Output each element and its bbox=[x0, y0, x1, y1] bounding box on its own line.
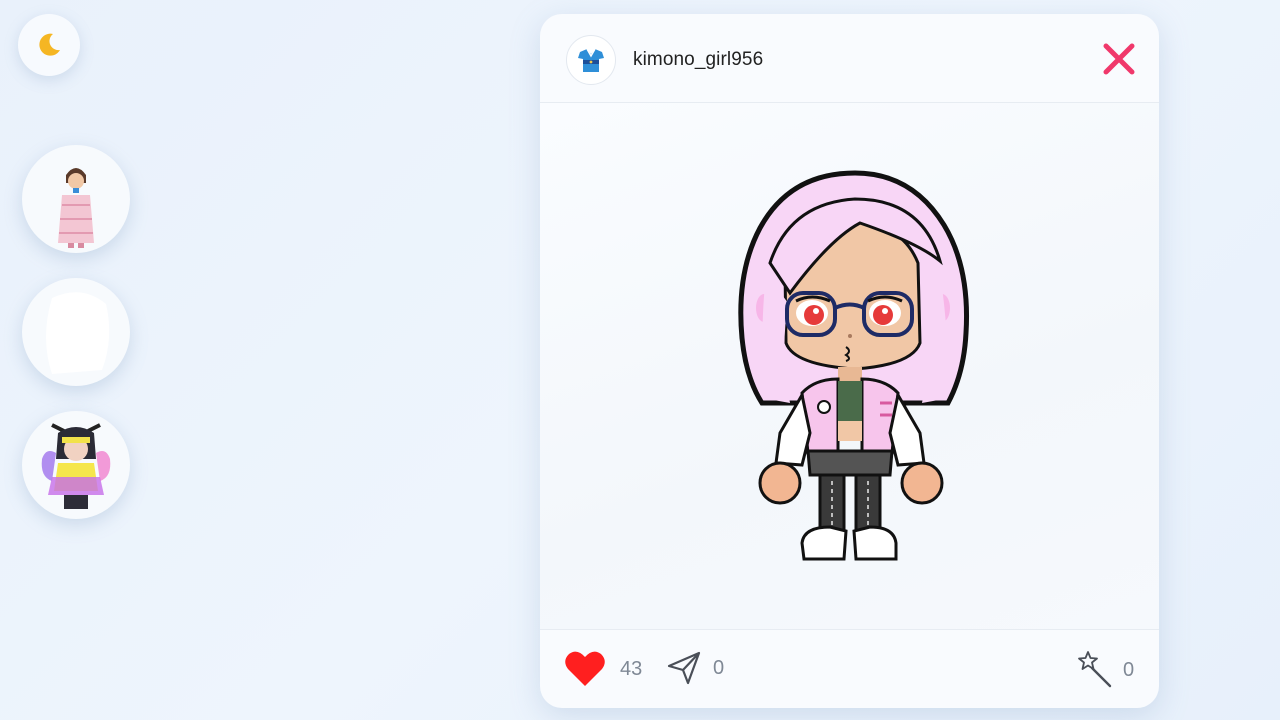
post-card: kimono_girl956 43 0 0 bbox=[540, 14, 1159, 708]
kimono-icon bbox=[578, 48, 604, 72]
post-image bbox=[540, 103, 1159, 629]
avatar-figure-3 bbox=[41, 423, 111, 509]
avatar-figure-2 bbox=[46, 292, 110, 374]
like-button[interactable]: 43 bbox=[564, 650, 642, 688]
character-illustration bbox=[738, 170, 969, 561]
close-icon bbox=[1103, 43, 1135, 75]
magic-button[interactable]: 0 bbox=[1074, 650, 1134, 690]
post-header: kimono_girl956 bbox=[540, 14, 1159, 103]
avatar-list bbox=[22, 145, 130, 544]
magic-wand-icon bbox=[1078, 651, 1112, 688]
post-actions: 43 0 0 bbox=[540, 629, 1159, 708]
avatar-thumb-1[interactable] bbox=[22, 145, 130, 253]
close-button[interactable] bbox=[1100, 40, 1138, 78]
magic-count: 0 bbox=[1123, 658, 1135, 681]
post-username[interactable]: kimono_girl956 bbox=[633, 49, 763, 71]
avatar-figure-1 bbox=[58, 168, 94, 248]
share-count: 0 bbox=[713, 656, 725, 679]
heart-icon bbox=[565, 651, 605, 686]
send-icon bbox=[667, 651, 701, 685]
theme-toggle-button[interactable] bbox=[18, 14, 80, 76]
user-avatar[interactable] bbox=[566, 35, 616, 85]
avatar-thumb-2[interactable] bbox=[22, 278, 130, 386]
moon-icon bbox=[39, 33, 60, 56]
share-button[interactable]: 0 bbox=[666, 650, 724, 686]
like-count: 43 bbox=[620, 657, 643, 680]
avatar-thumb-3[interactable] bbox=[22, 411, 130, 519]
